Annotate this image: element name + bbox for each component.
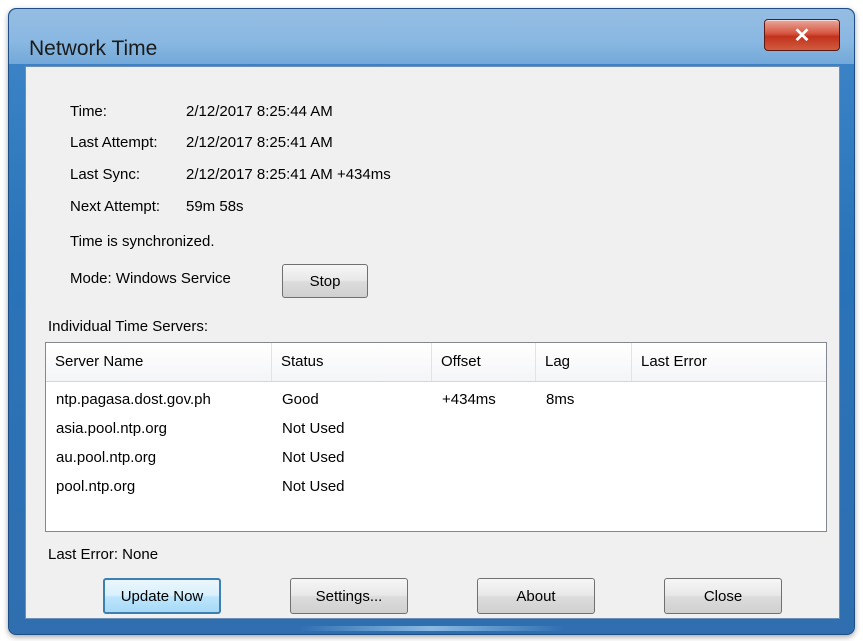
table-row[interactable]: au.pool.ntp.org Not Used xyxy=(46,443,826,472)
settings-button[interactable]: Settings... xyxy=(290,578,408,614)
status-cell: Not Used xyxy=(282,478,345,495)
status-cell: Not Used xyxy=(282,420,345,437)
close-button[interactable]: Close xyxy=(664,578,782,614)
status-cell: Good xyxy=(282,391,319,408)
last-error-status: Last Error: None xyxy=(48,546,159,563)
status-cell: Not Used xyxy=(282,449,345,466)
server-name-cell: pool.ntp.org xyxy=(56,478,136,495)
server-name-cell: au.pool.ntp.org xyxy=(56,449,157,466)
about-button[interactable]: About xyxy=(477,578,595,614)
column-header-last-error[interactable]: Last Error xyxy=(632,343,824,381)
title-bar[interactable]: Network Time ✕ xyxy=(9,9,854,64)
network-time-window: Network Time ✕ Time: 2/12/2017 8:25:44 A… xyxy=(8,8,855,635)
window-close-button[interactable]: ✕ xyxy=(764,19,840,51)
list-header: Server Name Status Offset Lag Last Error xyxy=(46,343,826,382)
lag-cell: 8ms xyxy=(546,391,575,408)
time-label: Time: xyxy=(70,103,107,120)
column-header-server-name[interactable]: Server Name xyxy=(46,343,272,381)
column-header-offset[interactable]: Offset xyxy=(432,343,536,381)
last-attempt-label: Last Attempt: xyxy=(70,134,158,151)
window-bottom-glow xyxy=(299,626,564,631)
server-name-cell: ntp.pagasa.dost.gov.ph xyxy=(56,391,211,408)
window-title: Network Time xyxy=(29,37,158,60)
sync-status-text: Time is synchronized. xyxy=(70,233,215,250)
next-attempt-value: 59m 58s xyxy=(186,198,244,215)
last-attempt-value: 2/12/2017 8:25:41 AM xyxy=(186,134,333,151)
servers-section-label: Individual Time Servers: xyxy=(48,318,209,335)
table-row[interactable]: asia.pool.ntp.org Not Used xyxy=(46,414,826,443)
server-name-cell: asia.pool.ntp.org xyxy=(56,420,167,437)
last-sync-label: Last Sync: xyxy=(70,166,141,183)
close-icon: ✕ xyxy=(793,24,811,47)
time-value: 2/12/2017 8:25:44 AM xyxy=(186,103,333,120)
dialog-client-area: Time: 2/12/2017 8:25:44 AM Last Attempt:… xyxy=(25,66,840,619)
column-header-lag[interactable]: Lag xyxy=(536,343,632,381)
offset-cell: +434ms xyxy=(442,391,496,408)
update-now-button[interactable]: Update Now xyxy=(103,578,221,614)
time-servers-list[interactable]: Server Name Status Offset Lag Last Error… xyxy=(45,342,827,532)
mode-text: Mode: Windows Service xyxy=(70,270,231,287)
next-attempt-label: Next Attempt: xyxy=(70,198,161,215)
table-row[interactable]: ntp.pagasa.dost.gov.ph Good +434ms 8ms xyxy=(46,385,826,414)
table-row[interactable]: pool.ntp.org Not Used xyxy=(46,472,826,501)
column-header-status[interactable]: Status xyxy=(272,343,432,381)
stop-button[interactable]: Stop xyxy=(282,264,368,298)
last-sync-value: 2/12/2017 8:25:41 AM +434ms xyxy=(186,166,391,183)
